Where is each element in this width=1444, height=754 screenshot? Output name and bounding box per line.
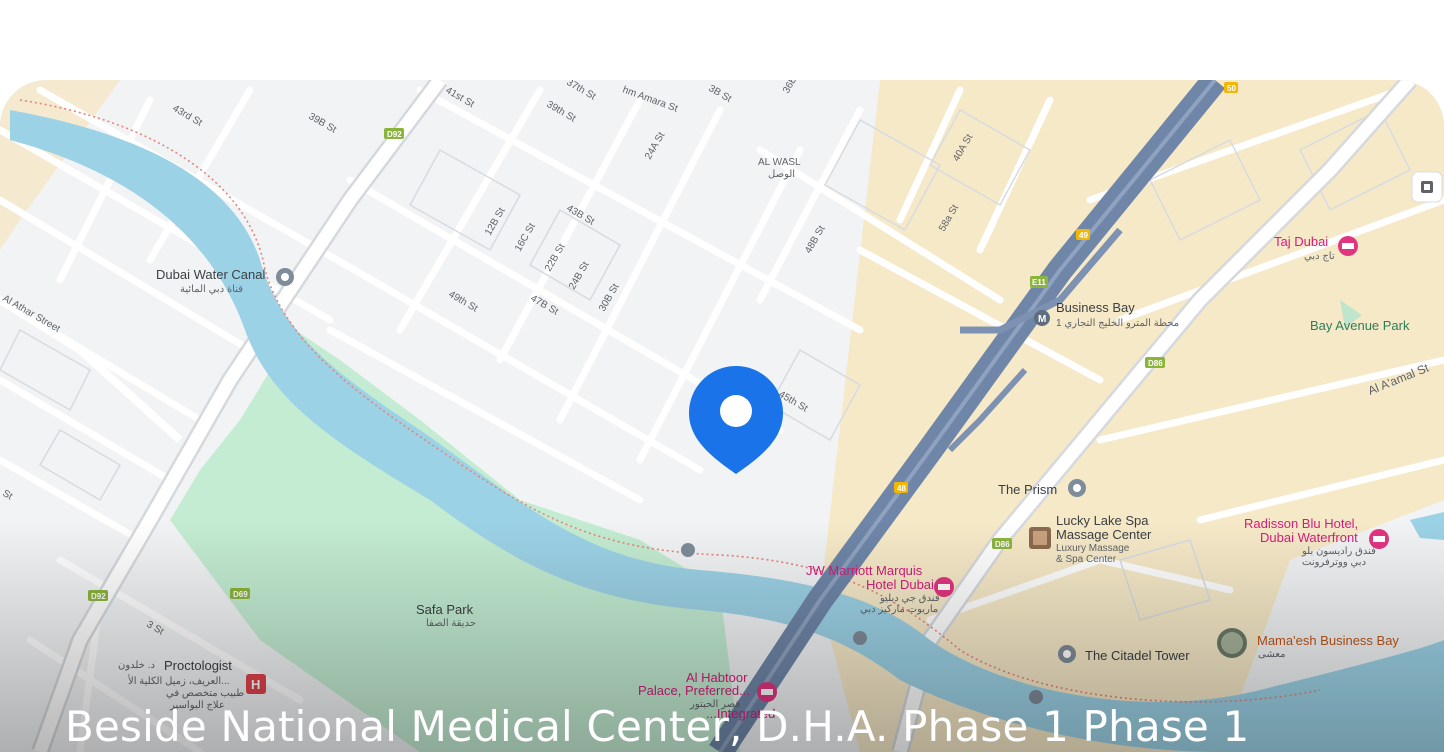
svg-text:Business Bay: Business Bay [1056, 300, 1135, 315]
svg-text:48: 48 [897, 484, 906, 493]
svg-text:Safa Park: Safa Park [416, 602, 474, 617]
svg-text:قناة دبي المائية: قناة دبي المائية [180, 284, 243, 295]
layers-button[interactable] [1411, 171, 1443, 203]
poi-the-prism[interactable]: The Prism [998, 479, 1086, 497]
svg-text:دبي ووترفرونت: دبي ووترفرونت [1302, 557, 1366, 568]
svg-text:ماريوت ماركيز دبي: ماريوت ماركيز دبي [860, 604, 938, 615]
lock-icon [853, 631, 867, 645]
svg-text:D69: D69 [233, 590, 248, 599]
svg-text:H: H [251, 677, 260, 692]
svg-text:The Prism: The Prism [998, 482, 1057, 497]
svg-text:& Spa Center: & Spa Center [1056, 554, 1117, 565]
svg-text:Proctologist: Proctologist [164, 658, 232, 673]
svg-text:حديقة الصفا: حديقة الصفا [426, 618, 476, 629]
svg-text:فندق جي دبليو: فندق جي دبليو [879, 593, 940, 604]
svg-text:JW Marriott Marquis: JW Marriott Marquis [806, 563, 923, 578]
svg-text:محطة المترو الخليج التجاري 1: محطة المترو الخليج التجاري 1 [1056, 318, 1179, 329]
svg-text:The Citadel Tower: The Citadel Tower [1085, 648, 1190, 663]
svg-text:D86: D86 [995, 540, 1010, 549]
svg-text:E11: E11 [1032, 278, 1046, 287]
svg-text:Taj Dubai: Taj Dubai [1274, 234, 1328, 249]
svg-text:M: M [1038, 314, 1046, 325]
map-view[interactable]: 43rd St 39B St 41st St 37th St 39th St h… [0, 80, 1444, 752]
lock-icon [681, 543, 695, 557]
svg-text:تاج دبي: تاج دبي [1304, 251, 1335, 262]
svg-text:Massage Center: Massage Center [1056, 527, 1152, 542]
svg-text:Palace, Preferred...: Palace, Preferred... [638, 683, 750, 698]
svg-text:Luxury Massage: Luxury Massage [1056, 543, 1130, 554]
svg-text:Hotel Dubai: Hotel Dubai [866, 577, 934, 592]
svg-text:D92: D92 [387, 130, 402, 139]
svg-text:D92: D92 [91, 592, 106, 601]
svg-text:Lucky Lake Spa: Lucky Lake Spa [1056, 513, 1149, 528]
svg-text:طبيب متخصص في: طبيب متخصص في [166, 688, 244, 699]
svg-text:الوصل: الوصل [768, 169, 795, 180]
poi-bay-avenue-park[interactable]: Bay Avenue Park [1310, 318, 1410, 333]
svg-text:D86: D86 [1148, 359, 1163, 368]
svg-text:معشى: معشى [1258, 649, 1285, 660]
svg-text:AL WASL: AL WASL [758, 157, 801, 168]
svg-text:Dubai Waterfront: Dubai Waterfront [1260, 530, 1358, 545]
svg-text:Mama'esh Business Bay: Mama'esh Business Bay [1257, 633, 1399, 648]
svg-text:فندق راديسون بلو: فندق راديسون بلو [1301, 546, 1376, 557]
svg-text:د. خلدون: د. خلدون [118, 660, 155, 671]
svg-text:Radisson Blu Hotel,: Radisson Blu Hotel, [1244, 516, 1358, 531]
svg-text:Dubai Water Canal: Dubai Water Canal [156, 267, 265, 282]
map-canvas[interactable]: 43rd St 39B St 41st St 37th St 39th St h… [0, 80, 1444, 752]
svg-text:49: 49 [1079, 231, 1088, 240]
svg-text:العريف، زميل الكلية الأ...: العريف، زميل الكلية الأ... [127, 675, 230, 687]
location-address: Beside National Medical Center, D.H.A. P… [65, 702, 1250, 751]
svg-text:50: 50 [1227, 84, 1236, 93]
